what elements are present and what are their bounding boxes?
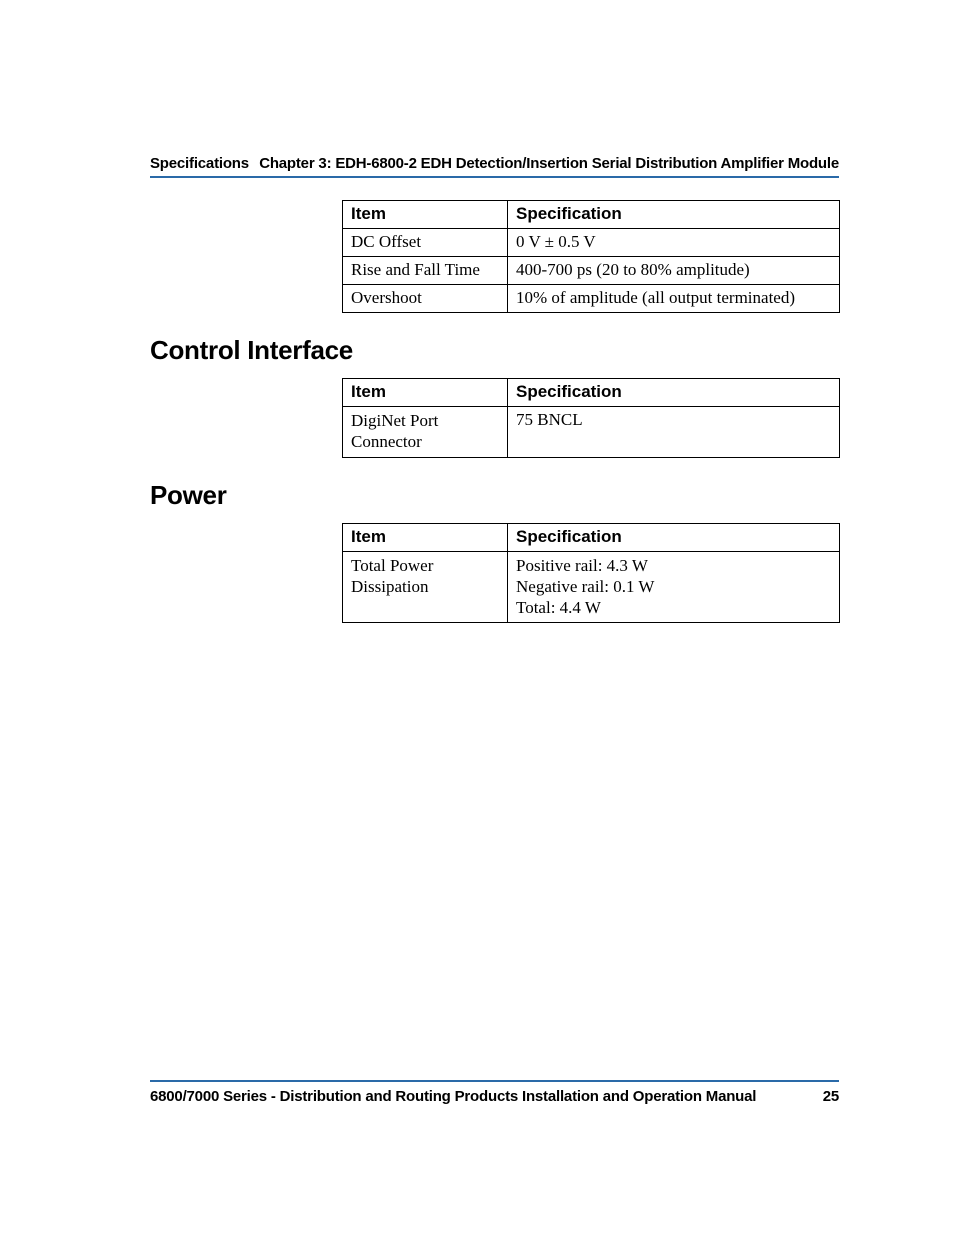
table-header-row: Item Specification bbox=[343, 201, 840, 229]
cell-spec-line: Negative rail: 0.1 W bbox=[516, 576, 831, 597]
cell-item-line: DigiNet Port bbox=[351, 410, 499, 431]
col-spec: Specification bbox=[508, 201, 840, 229]
cell-spec-line: Total: 4.4 W bbox=[516, 597, 831, 618]
cell-spec: Positive rail: 4.3 W Negative rail: 0.1 … bbox=[508, 551, 840, 623]
spec-table-control-interface: Item Specification DigiNet Port Connecto… bbox=[342, 378, 840, 458]
spec-table-1: Item Specification DC Offset 0 V ± 0.5 V… bbox=[342, 200, 840, 313]
cell-spec: 400-700 ps (20 to 80% amplitude) bbox=[508, 257, 840, 285]
section-heading-power: Power bbox=[150, 480, 839, 511]
cell-item-line: Total Power bbox=[351, 555, 499, 576]
cell-spec: 75 BNCL bbox=[508, 407, 840, 458]
table-row: Overshoot 10% of amplitude (all output t… bbox=[343, 285, 840, 313]
table-row: DigiNet Port Connector 75 BNCL bbox=[343, 407, 840, 458]
page: Specifications Chapter 3: EDH-6800-2 EDH… bbox=[0, 0, 954, 1235]
cell-item-line: Dissipation bbox=[351, 576, 499, 597]
running-header: Specifications Chapter 3: EDH-6800-2 EDH… bbox=[150, 155, 839, 178]
cell-spec: 0 V ± 0.5 V bbox=[508, 229, 840, 257]
cell-spec: 10% of amplitude (all output terminated) bbox=[508, 285, 840, 313]
cell-item: Rise and Fall Time bbox=[343, 257, 508, 285]
cell-item: DC Offset bbox=[343, 229, 508, 257]
cell-item: DigiNet Port Connector bbox=[343, 407, 508, 458]
cell-item-line: Connector bbox=[351, 431, 499, 452]
cell-spec-line: Positive rail: 4.3 W bbox=[516, 555, 831, 576]
table-row: Rise and Fall Time 400-700 ps (20 to 80%… bbox=[343, 257, 840, 285]
section-heading-control-interface: Control Interface bbox=[150, 335, 839, 366]
table-row: DC Offset 0 V ± 0.5 V bbox=[343, 229, 840, 257]
header-left: Specifications bbox=[150, 155, 249, 172]
table-row: Total Power Dissipation Positive rail: 4… bbox=[343, 551, 840, 623]
page-content: Item Specification DC Offset 0 V ± 0.5 V… bbox=[150, 178, 839, 623]
page-number: 25 bbox=[823, 1088, 839, 1105]
spec-table-power: Item Specification Total Power Dissipati… bbox=[342, 523, 840, 624]
table-header-row: Item Specification bbox=[343, 523, 840, 551]
col-spec: Specification bbox=[508, 379, 840, 407]
table-header-row: Item Specification bbox=[343, 379, 840, 407]
cell-item: Overshoot bbox=[343, 285, 508, 313]
running-footer: 6800/7000 Series - Distribution and Rout… bbox=[150, 1080, 839, 1105]
col-item: Item bbox=[343, 379, 508, 407]
cell-item: Total Power Dissipation bbox=[343, 551, 508, 623]
footer-title: 6800/7000 Series - Distribution and Rout… bbox=[150, 1088, 756, 1105]
col-item: Item bbox=[343, 201, 508, 229]
header-right: Chapter 3: EDH-6800-2 EDH Detection/Inse… bbox=[259, 155, 839, 172]
col-spec: Specification bbox=[508, 523, 840, 551]
col-item: Item bbox=[343, 523, 508, 551]
